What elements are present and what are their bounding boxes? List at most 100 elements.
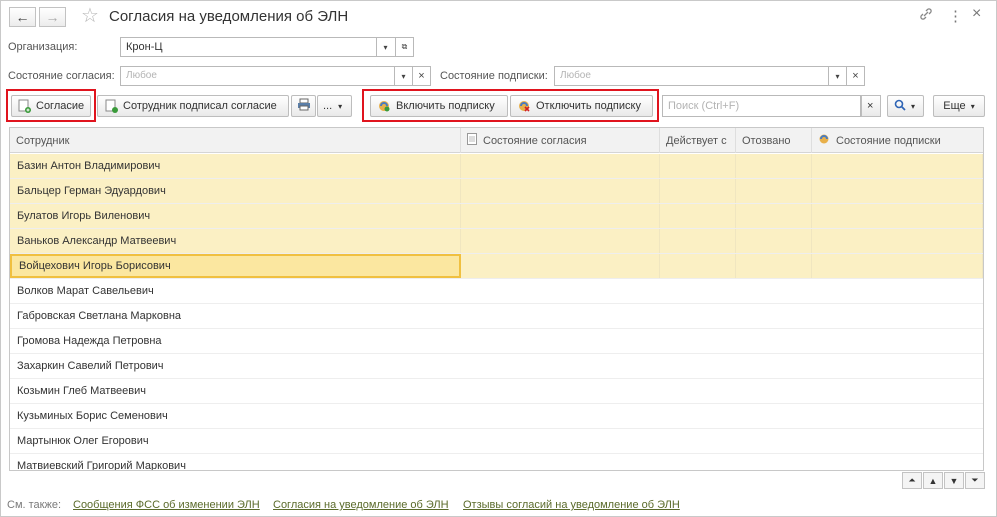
- employee-cell: Мартынюк Олег Егорович: [10, 429, 461, 453]
- fss-messages-link[interactable]: Сообщения ФСС об изменении ЭЛН: [73, 499, 260, 511]
- table-header: Сотрудник Состояние согласия Действует с…: [10, 128, 983, 153]
- organization-field[interactable]: Крон-Ц ▾ ⧉: [120, 37, 414, 57]
- table-cell: [812, 404, 983, 428]
- consent-state-label: Состояние согласия:: [8, 70, 115, 82]
- table-cell: [736, 204, 812, 228]
- open-button[interactable]: ⧉: [395, 38, 413, 56]
- consents-link[interactable]: Согласия на уведомление об ЭЛН: [273, 499, 449, 511]
- employee-name: Матвиевский Григорий Маркович: [17, 460, 186, 471]
- scroll-bottom-button[interactable]: ⏷: [965, 472, 985, 489]
- back-button[interactable]: ←: [9, 7, 36, 27]
- employee-name: Кузьминых Борис Семенович: [17, 410, 168, 422]
- table-row[interactable]: Базин Антон Владимирович: [10, 154, 983, 179]
- employee-cell: Базин Антон Владимирович: [10, 154, 461, 178]
- table-row[interactable]: Ваньков Александр Матвеевич: [10, 229, 983, 254]
- table-cell: [660, 454, 736, 470]
- table-row[interactable]: Волков Марат Савельевич: [10, 279, 983, 304]
- open-window-icon: ⧉: [401, 42, 408, 51]
- table-cell: [660, 429, 736, 453]
- column-header-consent-state[interactable]: Состояние согласия: [461, 128, 660, 153]
- organization-value: Крон-Ц: [126, 41, 163, 53]
- forward-button[interactable]: →: [39, 7, 66, 27]
- table-cell: [736, 229, 812, 253]
- table-row[interactable]: Козьмин Глеб Матвеевич: [10, 379, 983, 404]
- employee-cell: Войцехович Игорь Борисович: [10, 254, 461, 278]
- annotation-highlight: [362, 89, 659, 122]
- close-icon[interactable]: ×: [972, 5, 981, 23]
- table-cell: [461, 254, 660, 278]
- employee-signed-button[interactable]: Сотрудник подписал согласие: [97, 95, 289, 117]
- table-row[interactable]: Мартынюк Олег Егорович: [10, 429, 983, 454]
- window-frame: ← → ☆ Согласия на уведомления об ЭЛН ⋮ ×…: [0, 0, 997, 517]
- table-cell: [736, 279, 812, 303]
- table-cell: [812, 179, 983, 203]
- clear-icon: ×: [867, 100, 874, 112]
- table-row[interactable]: Бальцер Герман Эдуардович: [10, 179, 983, 204]
- more-button[interactable]: Еще ▾: [933, 95, 985, 117]
- dropdown-button[interactable]: ▾: [394, 67, 412, 85]
- table-cell: [660, 354, 736, 378]
- table-row[interactable]: Войцехович Игорь Борисович: [10, 254, 983, 279]
- scroll-up-button[interactable]: ▲: [923, 472, 943, 489]
- scroll-down-button[interactable]: ▼: [944, 472, 964, 489]
- table-cell: [660, 304, 736, 328]
- table-cell: [736, 304, 812, 328]
- annotation-highlight: [6, 89, 96, 122]
- table-cell: [660, 254, 736, 278]
- chevron-down-icon: ▾: [338, 101, 343, 111]
- more-vertical-icon[interactable]: ⋮: [948, 7, 963, 25]
- star-icon[interactable]: ☆: [81, 5, 99, 27]
- table-row[interactable]: Громова Надежда Петровна: [10, 329, 983, 354]
- subscription-icon: [818, 133, 830, 148]
- clear-search-button[interactable]: ×: [861, 95, 881, 117]
- clear-icon: ×: [418, 70, 425, 82]
- employee-cell: Захаркин Савелий Петрович: [10, 354, 461, 378]
- link-icon[interactable]: [919, 7, 933, 24]
- table-cell: [812, 229, 983, 253]
- consent-state-field[interactable]: Любое ▾ ×: [120, 66, 431, 86]
- column-header-employee[interactable]: Сотрудник: [10, 128, 461, 153]
- arrow-top-icon: ⏶: [908, 475, 916, 485]
- scroll-top-button[interactable]: ⏶: [902, 472, 922, 489]
- employee-name: Козьмин Глеб Матвеевич: [17, 385, 146, 397]
- table-cell: [736, 404, 812, 428]
- chevron-down-icon: ▾: [835, 71, 840, 81]
- more-button-label: Еще: [943, 100, 966, 112]
- table-row[interactable]: Захаркин Савелий Петрович: [10, 354, 983, 379]
- employee-cell: Бальцер Герман Эдуардович: [10, 179, 461, 203]
- table-row[interactable]: Кузьминых Борис Семенович: [10, 404, 983, 429]
- clear-button[interactable]: ×: [846, 67, 864, 85]
- table-cell: [736, 254, 812, 278]
- employee-name: Булатов Игорь Виленович: [17, 210, 151, 222]
- page-title: Согласия на уведомления об ЭЛН: [109, 8, 349, 25]
- table-row[interactable]: Булатов Игорь Виленович: [10, 204, 983, 229]
- subscription-state-placeholder: Любое: [560, 70, 591, 81]
- column-header-valid-from[interactable]: Действует с: [660, 128, 736, 153]
- search-button[interactable]: ▾: [887, 95, 924, 117]
- consent-revocations-link[interactable]: Отзывы согласий на уведомление об ЭЛН: [463, 499, 680, 511]
- clear-button[interactable]: ×: [412, 67, 430, 85]
- table-row[interactable]: Габровская Светлана Марковна: [10, 304, 983, 329]
- table-cell: [660, 279, 736, 303]
- column-header-revoked[interactable]: Отозвано: [736, 128, 812, 153]
- document-icon: [467, 133, 477, 148]
- subscription-state-field[interactable]: Любое ▾ ×: [554, 66, 865, 86]
- table-cell: [812, 379, 983, 403]
- table-cell: [812, 329, 983, 353]
- dropdown-button[interactable]: ▾: [828, 67, 846, 85]
- table-row[interactable]: Матвиевский Григорий Маркович: [10, 454, 983, 471]
- employee-cell: Матвиевский Григорий Маркович: [10, 454, 461, 471]
- employees-table: Сотрудник Состояние согласия Действует с…: [9, 127, 984, 471]
- see-also-label: См. также:: [7, 499, 61, 511]
- table-cell: [461, 329, 660, 353]
- document-sign-icon: [104, 99, 118, 113]
- table-cell: [461, 229, 660, 253]
- column-header-subscription-state[interactable]: Состояние подписки: [812, 128, 983, 153]
- search-input[interactable]: Поиск (Ctrl+F): [662, 95, 861, 117]
- table-cell: [461, 379, 660, 403]
- print-button[interactable]: [291, 95, 316, 117]
- dropdown-button[interactable]: ▾: [376, 38, 394, 56]
- more-actions-button[interactable]: ... ▾: [317, 95, 352, 117]
- table-cell: [660, 379, 736, 403]
- search-placeholder: Поиск (Ctrl+F): [668, 100, 740, 112]
